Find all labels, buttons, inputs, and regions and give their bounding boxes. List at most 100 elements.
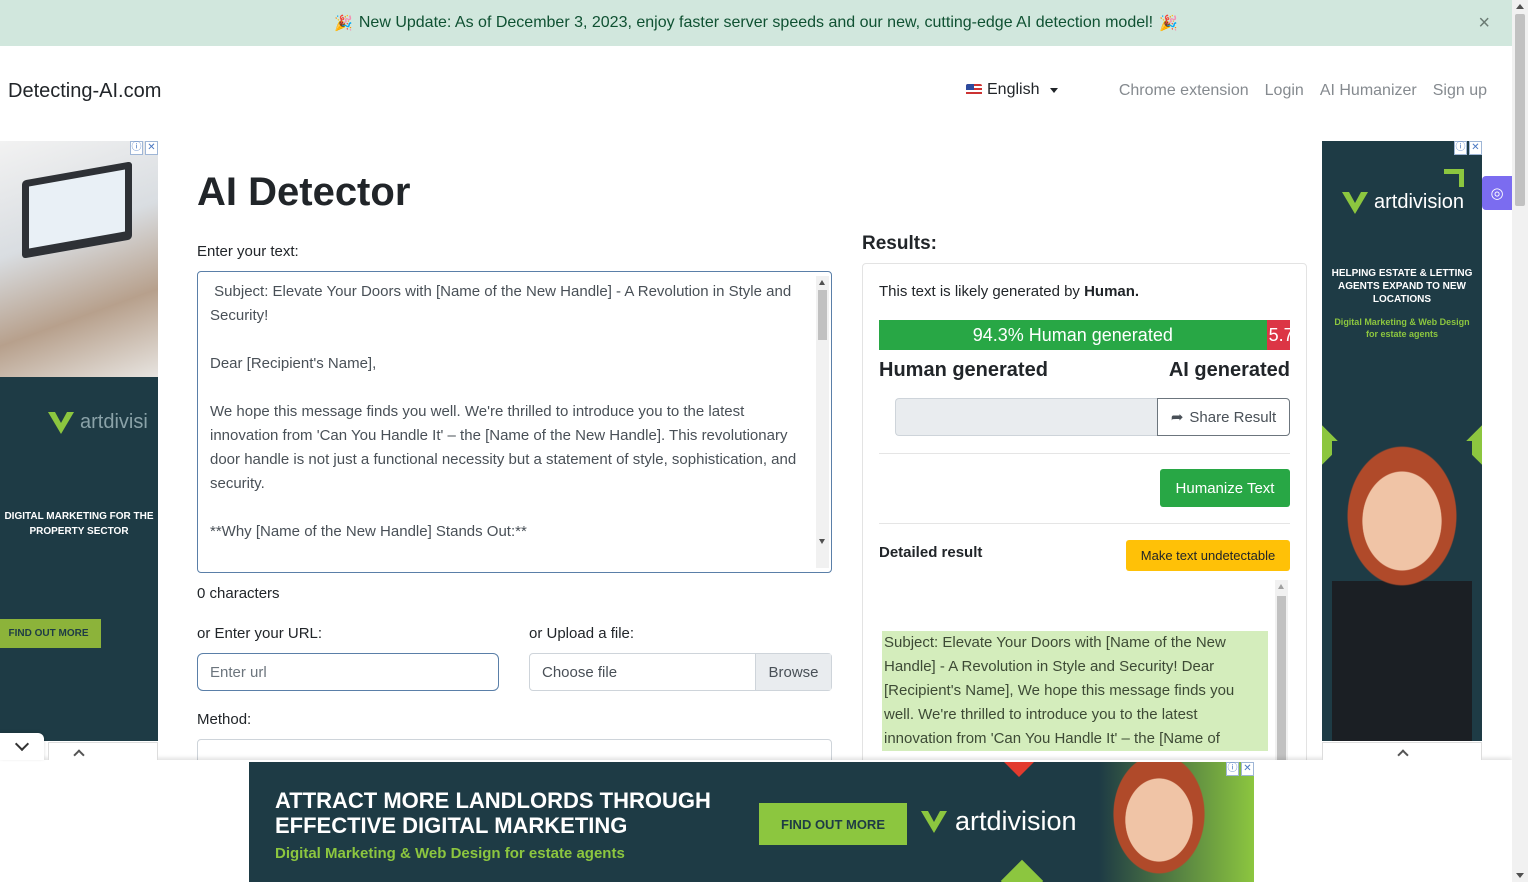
laptop-image — [22, 161, 132, 259]
ad-headline: ATTRACT MORE LANDLORDS THROUGH EFFECTIVE … — [275, 788, 711, 838]
url-placeholder: Enter url — [210, 663, 267, 681]
ad-person-photo — [1099, 762, 1254, 882]
ai-axis-label: AI generated — [1168, 359, 1290, 381]
scroll-up-icon[interactable] — [1516, 4, 1524, 9]
close-icon[interactable]: ✕ — [1469, 141, 1482, 155]
ad-subheadline: Digital Marketing & Web Design for estat… — [275, 845, 625, 862]
language-label: English — [987, 81, 1040, 98]
ad-cta-button[interactable]: FIND OUT MORE — [0, 619, 101, 648]
close-icon[interactable]: × — [1478, 13, 1490, 33]
ai-bar-segment: 5.7 — [1266, 320, 1290, 350]
ad-logo-text: artdivisi — [80, 411, 148, 433]
artdivision-logo-icon — [1342, 191, 1368, 214]
file-label: or Upload a file: — [529, 625, 635, 642]
language-dropdown[interactable]: English — [966, 81, 1059, 99]
divider — [879, 523, 1290, 524]
caret-down-icon — [1050, 87, 1059, 93]
ad-headline: HELPING ESTATE & LETTING AGENTS EXPAND T… — [1331, 268, 1473, 305]
url-input[interactable]: Enter url — [197, 653, 499, 691]
file-name: Choose file — [542, 663, 618, 681]
corner-bracket-icon — [1444, 169, 1464, 187]
nav-links: Chrome extension Login AI Humanizer Sign… — [1119, 82, 1487, 100]
highlighted-human-text: Subject: Elevate Your Doors with [Name o… — [882, 631, 1268, 751]
scroll-down-icon[interactable] — [819, 539, 825, 544]
ad-choices[interactable]: ⓘ ✕ — [130, 141, 158, 155]
scroll-down-icon[interactable] — [1516, 873, 1524, 878]
ad-logo-text: artdivision — [955, 806, 1077, 836]
ad-person-photo — [1332, 441, 1472, 741]
ad-logo: artdivision — [921, 806, 1077, 837]
info-icon[interactable]: ⓘ — [1226, 762, 1239, 776]
ad-logo-text: artdivision — [1374, 191, 1465, 213]
chevron-up-icon[interactable] — [1397, 749, 1409, 761]
text-input[interactable]: Subject: Elevate Your Doors with [Name o… — [197, 271, 832, 573]
announcement-text: New Update: As of December 3, 2023, enjo… — [358, 14, 1154, 31]
character-count: 0 characters — [197, 585, 280, 602]
humanize-text-button[interactable]: Humanize Text — [1160, 469, 1290, 507]
close-icon[interactable]: ✕ — [145, 141, 158, 155]
ad-tab — [48, 742, 158, 761]
detailed-result-label: Detailed result — [879, 544, 983, 561]
us-flag-icon — [966, 84, 982, 96]
nav-sign-up[interactable]: Sign up — [1433, 82, 1487, 100]
text-input-value: Subject: Elevate Your Doors with [Name o… — [210, 283, 797, 540]
ad-choices[interactable]: ⓘ ✕ — [1454, 141, 1482, 155]
scroll-up-icon[interactable] — [819, 280, 825, 285]
ad-diamond-shape — [1000, 859, 1044, 882]
share-result-button[interactable]: ➦ Share Result — [1157, 398, 1290, 436]
artdivision-logo-icon — [921, 810, 947, 833]
page-title: AI Detector — [197, 170, 411, 214]
left-skyscraper-ad[interactable]: artdivisi DIGITAL MARKETING FOR THE PROP… — [0, 141, 158, 741]
ad-logo: artdivision — [1342, 191, 1464, 214]
ad-tab — [1322, 742, 1482, 761]
ad-logo: artdivisi — [48, 411, 148, 434]
nav-login[interactable]: Login — [1265, 82, 1304, 100]
scroll-thumb[interactable] — [1277, 596, 1286, 760]
chevron-down-icon — [14, 736, 30, 752]
ad-headline: DIGITAL MARKETING FOR THE PROPERTY SECTO… — [4, 511, 154, 537]
info-icon[interactable]: ⓘ — [1454, 141, 1467, 155]
chevron-up-icon[interactable] — [73, 749, 85, 761]
nav-ai-humanizer[interactable]: AI Humanizer — [1320, 82, 1417, 100]
divider — [879, 453, 1290, 454]
info-icon[interactable]: ⓘ — [130, 141, 143, 155]
make-undetectable-button[interactable]: Make text undetectable — [1126, 540, 1290, 571]
ad-headline-line-2: EFFECTIVE DIGITAL MARKETING — [275, 813, 628, 838]
human-axis-label: Human generated — [879, 359, 1048, 381]
scroll-thumb[interactable] — [1515, 14, 1525, 206]
nav-chrome-extension[interactable]: Chrome extension — [1119, 82, 1249, 100]
result-progress-bar: 94.3% Human generated 5.7 — [879, 320, 1290, 350]
close-icon[interactable]: ✕ — [1241, 762, 1254, 776]
human-bar-segment: 94.3% Human generated — [879, 320, 1267, 350]
anchor-collapse-toggle[interactable] — [0, 733, 44, 760]
verdict-value: Human. — [1084, 283, 1140, 300]
brand-logo[interactable]: Detecting-AI.com — [8, 80, 161, 103]
ad-diamond-shape — [1002, 762, 1036, 777]
textarea-scrollbar[interactable] — [816, 276, 829, 568]
text-label: Enter your text: — [197, 243, 299, 260]
page-scrollbar[interactable] — [1512, 0, 1528, 882]
ad-laptop-photo — [0, 141, 158, 377]
file-upload[interactable]: Choose file Browse — [529, 653, 832, 691]
detailed-result-box: Subject: Elevate Your Doors with [Name o… — [882, 580, 1290, 760]
chat-widget-icon[interactable]: ◎ — [1482, 176, 1512, 210]
results-title: Results: — [862, 233, 937, 254]
url-label: or Enter your URL: — [197, 625, 323, 642]
share-icon: ➦ — [1170, 409, 1184, 426]
share-label: Share Result — [1189, 408, 1277, 426]
bottom-banner-ad[interactable]: ATTRACT MORE LANDLORDS THROUGH EFFECTIVE … — [249, 762, 1254, 882]
ad-cta-button[interactable]: FIND OUT MORE — [759, 803, 907, 845]
method-label: Method: — [197, 711, 252, 728]
browse-button[interactable]: Browse — [755, 654, 831, 690]
artdivision-logo-icon — [48, 411, 74, 434]
ad-choices[interactable]: ⓘ ✕ — [1226, 762, 1254, 776]
scroll-thumb[interactable] — [818, 290, 827, 340]
share-link-field[interactable] — [895, 398, 1158, 436]
right-skyscraper-ad[interactable]: artdivision HELPING ESTATE & LETTING AGE… — [1322, 141, 1482, 741]
verdict-text: This text is likely generated by Human. — [879, 283, 1139, 300]
announcement-bar: 🎉 New Update: As of December 3, 2023, en… — [0, 0, 1512, 46]
party-popper-icon: 🎉 — [334, 15, 353, 32]
scroll-up-icon[interactable] — [1278, 584, 1284, 589]
detail-scrollbar[interactable] — [1275, 580, 1288, 760]
page: 🎉 New Update: As of December 3, 2023, en… — [0, 0, 1528, 882]
